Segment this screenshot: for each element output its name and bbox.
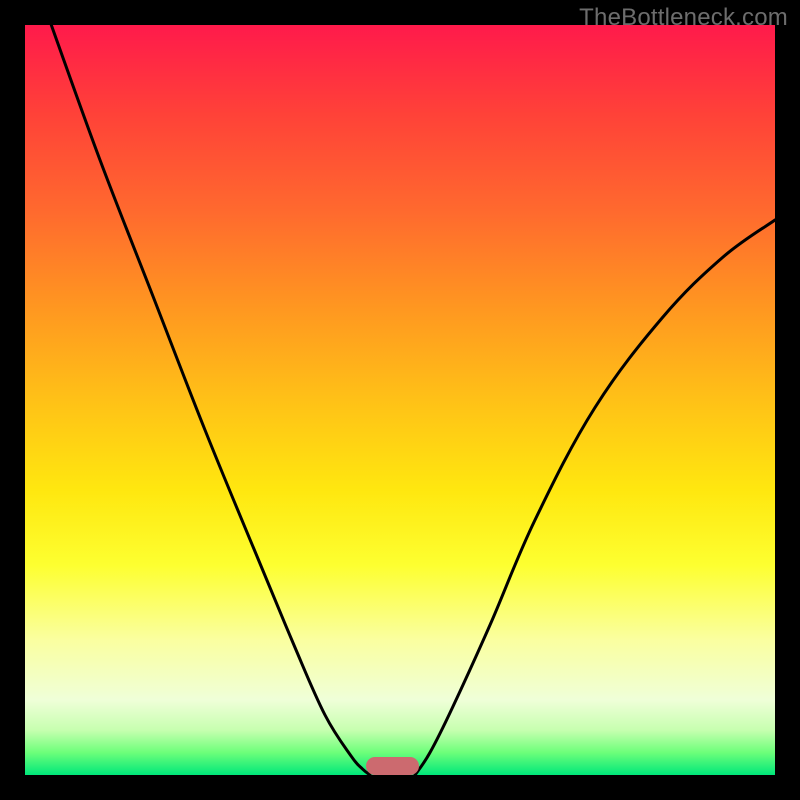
watermark-text: TheBottleneck.com (579, 4, 788, 32)
curve-layer (25, 25, 775, 775)
curve-left (51, 25, 370, 775)
chart-frame (25, 25, 775, 775)
curve-right (415, 220, 775, 775)
bottleneck-marker (366, 757, 419, 775)
